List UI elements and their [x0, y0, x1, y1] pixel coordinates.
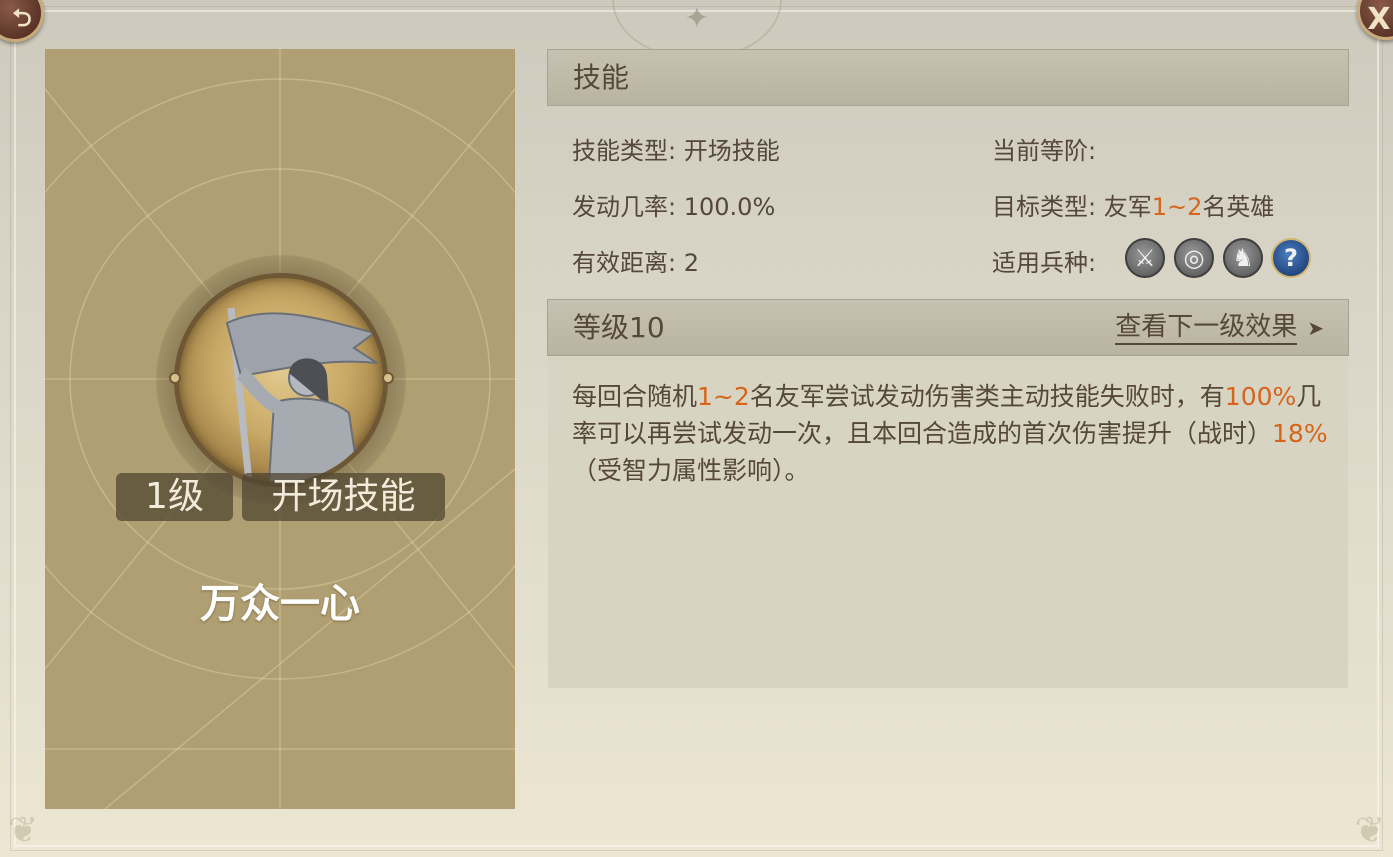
skill-type-label: 技能类型:	[572, 137, 677, 165]
corner-flourish-icon: ❦	[1354, 810, 1385, 851]
banner-warrior-icon	[174, 273, 388, 487]
current-rank-label: 当前等阶:	[992, 137, 1097, 165]
target-type-suffix: 名英雄	[1202, 193, 1275, 221]
desc-highlight: 1~2	[697, 382, 750, 411]
skill-description: 每回合随机1~2名友军尝试发动伤害类主动技能失败时，有100%几率可以再尝试发动…	[572, 378, 1332, 489]
target-icon[interactable]: ◎	[1174, 238, 1214, 278]
desc-text: 每回合随机	[572, 382, 698, 411]
skill-card: 1级 开场技能 万众一心	[45, 49, 515, 809]
target-type-prefix: 友军	[1103, 193, 1152, 221]
close-icon: X	[1367, 2, 1391, 37]
horse-icon[interactable]: ♞	[1223, 238, 1263, 278]
skill-name: 万众一心	[200, 581, 360, 627]
skill-section-header: 技能	[547, 49, 1349, 106]
back-arrow-icon: ⮌	[12, 4, 32, 32]
target-type-row: 目标类型: 友军1~2名英雄	[992, 187, 1274, 222]
target-type-count: 1~2	[1151, 193, 1203, 221]
troop-type-label: 适用兵种:	[992, 249, 1097, 277]
sword-icon[interactable]: ⚔	[1125, 238, 1165, 278]
question-mark: ?	[1284, 244, 1298, 272]
emblem-stud	[382, 372, 394, 384]
question-icon[interactable]: ?	[1271, 238, 1311, 278]
arrow-right-icon: ➤	[1307, 316, 1324, 340]
skill-type-tag: 开场技能	[242, 473, 445, 521]
range-value: 2	[683, 249, 700, 277]
desc-text: （受智力属性影响）。	[572, 456, 810, 485]
skill-level-tag: 1级	[116, 473, 233, 521]
back-button[interactable]: ⮌	[0, 0, 44, 42]
range-label: 有效距离:	[572, 249, 677, 277]
trigger-rate-label: 发动几率:	[572, 193, 677, 221]
target-type-label: 目标类型:	[992, 193, 1097, 221]
close-button[interactable]: X	[1357, 0, 1393, 40]
troop-type-row: 适用兵种:	[992, 243, 1096, 278]
desc-text: 名友军尝试发动伤害类主动技能失败时，有	[749, 382, 1225, 411]
range-row: 有效距离: 2	[572, 243, 699, 278]
desc-highlight: 100%	[1224, 382, 1297, 411]
compass-icon: ✦	[684, 1, 710, 36]
level-section-header: 等级10 查看下一级效果 ➤	[547, 299, 1349, 356]
next-level-label: 查看下一级效果	[1115, 312, 1298, 345]
skill-emblem	[156, 255, 406, 505]
trigger-rate-value: 100.0%	[683, 193, 776, 221]
skill-type-value: 开场技能	[683, 137, 780, 165]
description-panel: 每回合随机1~2名友军尝试发动伤害类主动技能失败时，有100%几率可以再尝试发动…	[548, 356, 1348, 688]
skill-type-row: 技能类型: 开场技能	[572, 131, 780, 166]
corner-flourish-icon: ❦	[8, 810, 39, 851]
next-level-link[interactable]: 查看下一级效果 ➤	[1115, 300, 1324, 356]
skill-section-title: 技能	[573, 61, 630, 94]
level-title: 等级10	[573, 311, 665, 344]
desc-highlight: 18%	[1272, 419, 1328, 448]
current-rank-row: 当前等阶:	[992, 131, 1096, 166]
trigger-rate-row: 发动几率: 100.0%	[572, 187, 775, 222]
emblem-stud	[169, 372, 181, 384]
